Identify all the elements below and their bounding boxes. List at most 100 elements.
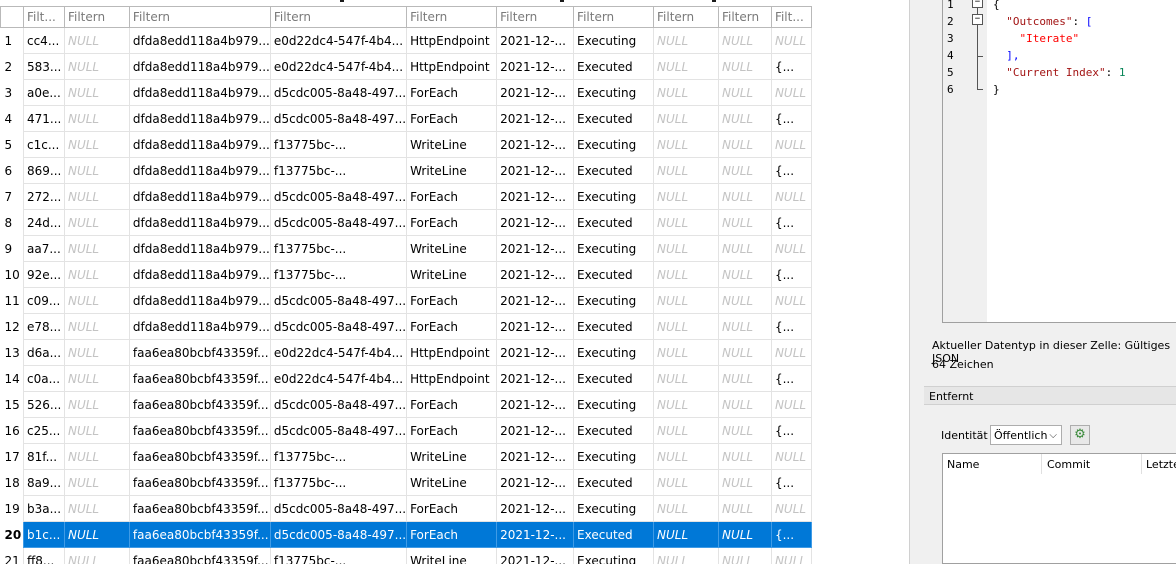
- table-cell[interactable]: NULL: [63, 391, 130, 418]
- table-cell[interactable]: f13775bc-...: [269, 235, 408, 262]
- table-cell[interactable]: f13775bc-...: [269, 469, 408, 496]
- table-cell[interactable]: Executed: [573, 521, 655, 548]
- table-cell[interactable]: NULL: [653, 339, 719, 366]
- row-number[interactable]: 8: [0, 209, 24, 236]
- table-cell[interactable]: NULL: [770, 235, 812, 262]
- table-cell[interactable]: e0d22dc4-547f-4b4...: [269, 53, 408, 80]
- table-cell[interactable]: NULL: [717, 547, 772, 564]
- table-row[interactable]: 14 c0a... NULL faa6ea80bcbf43359f... e0d22dc…: [0, 365, 812, 392]
- results-grid[interactable]: Filt... Filtern Filtern Filtern Filtern Filte…: [0, 0, 812, 564]
- table-row[interactable]: 11 c09... NULL dfda8edd118a4b979... d5cdc005…: [0, 287, 812, 314]
- table-cell[interactable]: Executing: [573, 547, 655, 564]
- table-cell[interactable]: ForEach: [406, 183, 498, 210]
- row-number[interactable]: 6: [0, 157, 24, 184]
- table-cell[interactable]: NULL: [653, 365, 719, 392]
- table-cell[interactable]: NULL: [717, 53, 772, 80]
- table-cell[interactable]: f13775bc-...: [269, 443, 408, 470]
- table-cell[interactable]: NULL: [653, 521, 719, 548]
- table-cell[interactable]: Executed: [573, 469, 655, 496]
- table-cell[interactable]: Executing: [573, 235, 655, 262]
- table-cell[interactable]: d5cdc005-8a48-497...: [269, 391, 408, 418]
- table-cell[interactable]: dfda8edd118a4b979...: [128, 235, 271, 262]
- table-cell[interactable]: NULL: [717, 521, 772, 548]
- table-cell[interactable]: NULL: [717, 339, 772, 366]
- table-cell[interactable]: NULL: [770, 443, 812, 470]
- row-number[interactable]: 15: [0, 391, 24, 418]
- table-cell[interactable]: NULL: [653, 417, 719, 444]
- table-cell[interactable]: WriteLine: [406, 547, 498, 564]
- table-cell[interactable]: NULL: [653, 53, 719, 80]
- table-cell[interactable]: NULL: [63, 183, 130, 210]
- table-cell[interactable]: NULL: [653, 443, 719, 470]
- table-cell[interactable]: WriteLine: [406, 235, 498, 262]
- row-number[interactable]: 16: [0, 417, 24, 444]
- table-cell[interactable]: 583...: [22, 53, 65, 80]
- fold-toggle-icon[interactable]: −: [972, 14, 983, 25]
- table-cell[interactable]: NULL: [653, 79, 719, 106]
- table-cell[interactable]: WriteLine: [406, 443, 498, 470]
- table-cell[interactable]: Executing: [573, 495, 655, 522]
- table-row[interactable]: 19 b3a... NULL faa6ea80bcbf43359f... d5cdc00…: [0, 495, 812, 522]
- table-cell[interactable]: 2021-12-...: [496, 209, 575, 236]
- row-number[interactable]: 19: [0, 495, 24, 522]
- table-row[interactable]: 17 81f... NULL faa6ea80bcbf43359f... f13775b…: [0, 443, 812, 470]
- table-row[interactable]: 20 b1c... NULL faa6ea80bcbf43359f... d5cdc00…: [0, 521, 812, 548]
- table-cell[interactable]: dfda8edd118a4b979...: [128, 209, 271, 236]
- table-cell[interactable]: 471...: [22, 105, 65, 132]
- table-cell[interactable]: ForEach: [406, 79, 498, 106]
- table-cell[interactable]: dfda8edd118a4b979...: [128, 183, 271, 210]
- table-cell[interactable]: f13775bc-...: [269, 261, 408, 288]
- filter-cell[interactable]: Filtern: [128, 6, 271, 28]
- table-row[interactable]: 15 526... NULL faa6ea80bcbf43359f... d5cdc00…: [0, 391, 812, 418]
- table-cell[interactable]: 2021-12-...: [496, 521, 575, 548]
- table-cell[interactable]: NULL: [653, 235, 719, 262]
- table-cell[interactable]: NULL: [653, 495, 719, 522]
- table-row[interactable]: 13 d6a... NULL faa6ea80bcbf43359f... e0d22dc…: [0, 339, 812, 366]
- table-cell[interactable]: dfda8edd118a4b979...: [128, 261, 271, 288]
- table-cell[interactable]: NULL: [653, 547, 719, 564]
- table-row[interactable]: 1 cc4... NULL dfda8edd118a4b979... e0d22dc4-…: [0, 27, 812, 54]
- table-cell[interactable]: ForEach: [406, 417, 498, 444]
- table-cell[interactable]: faa6ea80bcbf43359f...: [128, 339, 271, 366]
- table-cell[interactable]: NULL: [63, 235, 130, 262]
- table-row[interactable]: 7 272... NULL dfda8edd118a4b979... d5cdc005-…: [0, 183, 812, 210]
- filter-cell[interactable]: Filt...: [22, 6, 65, 28]
- table-cell[interactable]: Executing: [573, 79, 655, 106]
- table-cell[interactable]: 2021-12-...: [496, 495, 575, 522]
- table-cell[interactable]: NULL: [63, 79, 130, 106]
- table-cell[interactable]: {...: [770, 469, 812, 496]
- table-cell[interactable]: Executed: [573, 53, 655, 80]
- table-cell[interactable]: d6a...: [22, 339, 65, 366]
- table-cell[interactable]: NULL: [63, 469, 130, 496]
- table-cell[interactable]: NULL: [717, 27, 772, 54]
- table-cell[interactable]: 92e...: [22, 261, 65, 288]
- table-cell[interactable]: NULL: [717, 365, 772, 392]
- column-header-name[interactable]: Name: [947, 458, 979, 471]
- table-cell[interactable]: 2021-12-...: [496, 131, 575, 158]
- fold-toggle-icon[interactable]: −: [972, 0, 983, 8]
- row-number[interactable]: 1: [0, 27, 24, 54]
- table-cell[interactable]: WriteLine: [406, 261, 498, 288]
- table-cell[interactable]: NULL: [63, 157, 130, 184]
- table-cell[interactable]: Executing: [573, 183, 655, 210]
- filter-cell[interactable]: Filtern: [269, 6, 408, 28]
- table-cell[interactable]: NULL: [653, 209, 719, 236]
- table-cell[interactable]: ForEach: [406, 209, 498, 236]
- row-number[interactable]: 3: [0, 79, 24, 106]
- table-cell[interactable]: NULL: [653, 131, 719, 158]
- table-cell[interactable]: Executing: [573, 339, 655, 366]
- table-cell[interactable]: NULL: [717, 131, 772, 158]
- table-cell[interactable]: NULL: [653, 157, 719, 184]
- filter-cell[interactable]: Filtern: [406, 6, 498, 28]
- table-cell[interactable]: d5cdc005-8a48-497...: [269, 417, 408, 444]
- table-cell[interactable]: NULL: [717, 417, 772, 444]
- table-cell[interactable]: NULL: [717, 313, 772, 340]
- table-cell[interactable]: HttpEndpoint: [406, 27, 498, 54]
- table-cell[interactable]: 2021-12-...: [496, 469, 575, 496]
- table-row[interactable]: 5 c1c... NULL dfda8edd118a4b979... f13775bc-…: [0, 131, 812, 158]
- table-cell[interactable]: dfda8edd118a4b979...: [128, 105, 271, 132]
- row-number[interactable]: 5: [0, 131, 24, 158]
- table-cell[interactable]: WriteLine: [406, 131, 498, 158]
- table-cell[interactable]: NULL: [770, 183, 812, 210]
- table-cell[interactable]: NULL: [653, 391, 719, 418]
